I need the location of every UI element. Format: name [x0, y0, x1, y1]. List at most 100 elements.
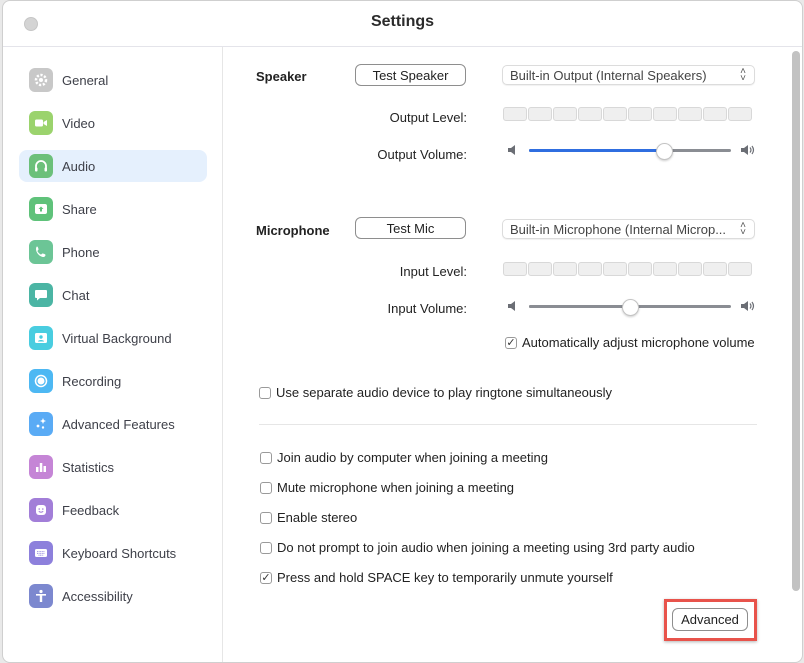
sidebar-item-phone[interactable]: Phone	[19, 236, 207, 268]
sidebar-item-label: Statistics	[62, 459, 115, 475]
level-segment	[553, 107, 577, 121]
slider-fill	[529, 149, 665, 152]
sidebar-item-label: Advanced Features	[62, 416, 175, 432]
input-level-meter	[503, 262, 752, 276]
checkbox-label: Use separate audio device to play ringto…	[276, 385, 613, 400]
settings-window: Settings General Video Audio Share Phone Chat…	[2, 0, 803, 663]
sidebar-item-statistics[interactable]: Statistics	[19, 451, 207, 483]
volume-low-icon	[508, 145, 515, 155]
sidebar-item-label: Video	[62, 115, 96, 131]
speaker-section-label: Speaker	[256, 69, 307, 84]
sidebar-item-chat[interactable]: Chat	[19, 279, 207, 311]
slider-thumb[interactable]	[656, 143, 674, 160]
level-segment	[678, 262, 702, 276]
title-bar: Settings	[3, 1, 802, 47]
checkbox-label: Mute microphone when joining a meeting	[277, 480, 515, 495]
microphone-section-label: Microphone	[256, 223, 330, 238]
headphones-icon	[29, 154, 53, 178]
sidebar-item-general[interactable]: General	[19, 64, 207, 96]
select-chevron-icon: ˄ ˅	[740, 220, 746, 238]
select-chevron-icon: ˄ ˅	[740, 66, 746, 84]
checkbox-box[interactable]	[260, 541, 272, 554]
chat-bubble-icon	[29, 283, 53, 307]
level-segment	[728, 262, 752, 276]
microphone-device-value: Built-in Microphone (Internal Microp...	[510, 221, 727, 237]
option-checkbox[interactable]: Mute microphone when joining a meeting	[260, 480, 514, 495]
level-segment	[653, 262, 677, 276]
sidebar-item-virtual-background[interactable]: Virtual Background	[19, 322, 207, 354]
test-speaker-button[interactable]: Test Speaker	[355, 64, 466, 86]
sidebar-item-accessibility[interactable]: Accessibility	[19, 580, 207, 612]
sidebar-item-share[interactable]: Share	[19, 193, 207, 225]
level-segment	[503, 262, 527, 276]
checkbox-label: Press and hold SPACE key to temporarily …	[277, 570, 613, 585]
sidebar: General Video Audio Share Phone Chat Virtual B…	[3, 47, 223, 662]
share-screen-icon	[29, 197, 53, 221]
section-divider	[259, 424, 757, 425]
sidebar-item-label: Virtual Background	[62, 330, 172, 346]
option-checkbox[interactable]: Join audio by computer when joining a me…	[260, 450, 548, 465]
output-level-label: Output Level:	[389, 110, 467, 125]
output-volume-slider[interactable]	[529, 141, 731, 161]
speaker-device-value: Built-in Output (Internal Speakers)	[510, 67, 707, 83]
input-level-label: Input Level:	[399, 264, 467, 279]
checkbox-box[interactable]	[260, 511, 272, 524]
test-mic-button[interactable]: Test Mic	[355, 217, 466, 239]
volume-high-icon	[741, 145, 755, 155]
separate-ringtone-checkbox[interactable]: Use separate audio device to play ringto…	[259, 385, 612, 400]
phone-icon	[29, 240, 53, 264]
checkbox-label: Do not prompt to join audio when joining…	[277, 540, 695, 555]
sidebar-item-label: Keyboard Shortcuts	[62, 545, 177, 561]
auto-adjust-mic-checkbox[interactable]: ✓ Automatically adjust microphone volume	[505, 335, 755, 350]
level-segment	[528, 262, 552, 276]
accessibility-icon	[29, 584, 53, 608]
keyboard-icon	[29, 541, 53, 565]
option-checkbox[interactable]: Enable stereo	[260, 510, 357, 525]
checkbox-box[interactable]	[260, 481, 272, 494]
sidebar-item-label: Recording	[62, 373, 122, 389]
sidebar-item-label: General	[62, 72, 109, 88]
sidebar-item-label: Accessibility	[62, 588, 133, 604]
microphone-device-select[interactable]: Built-in Microphone (Internal Microp... …	[502, 219, 755, 239]
level-segment	[528, 107, 552, 121]
level-segment	[603, 262, 627, 276]
input-volume-slider[interactable]	[529, 297, 731, 317]
level-segment	[653, 107, 677, 121]
level-segment	[728, 107, 752, 121]
video-camera-icon	[29, 111, 53, 135]
checkbox-box[interactable]	[260, 451, 272, 464]
person-portrait-icon	[29, 326, 53, 350]
checkbox-box[interactable]	[259, 386, 271, 399]
sidebar-item-feedback[interactable]: Feedback	[19, 494, 207, 526]
level-segment	[503, 107, 527, 121]
window-title: Settings	[370, 13, 435, 30]
scrollbar[interactable]	[792, 51, 800, 591]
input-volume-label: Input Volume:	[387, 301, 468, 316]
level-segment	[703, 107, 727, 121]
slider-thumb[interactable]	[622, 299, 639, 316]
option-checkbox[interactable]: ✓ Press and hold SPACE key to temporarily…	[260, 570, 613, 585]
smiley-icon	[29, 498, 53, 522]
sidebar-item-label: Phone	[62, 244, 100, 260]
volume-high-icon	[741, 301, 755, 311]
sidebar-item-audio[interactable]: Audio	[19, 150, 207, 182]
sidebar-item-video[interactable]: Video	[19, 107, 207, 139]
audio-settings-panel: Speaker Test Speaker Built-in Output (In…	[223, 47, 802, 662]
checkbox-label: Automatically adjust microphone volume	[522, 335, 755, 350]
level-segment	[578, 262, 602, 276]
level-segment	[703, 262, 727, 276]
volume-low-icon	[508, 301, 515, 311]
slider-fill	[529, 305, 630, 308]
speaker-device-select[interactable]: Built-in Output (Internal Speakers) ˄ ˅	[502, 65, 755, 85]
advanced-button[interactable]: Advanced	[672, 608, 748, 631]
checkbox-box[interactable]: ✓	[505, 336, 517, 349]
option-checkbox[interactable]: Do not prompt to join audio when joining…	[260, 540, 695, 555]
sidebar-item-label: Chat	[62, 287, 90, 303]
sidebar-item-recording[interactable]: Recording	[19, 365, 207, 397]
sidebar-item-label: Feedback	[62, 502, 120, 518]
sidebar-item-keyboard-shortcuts[interactable]: Keyboard Shortcuts	[19, 537, 207, 569]
sidebar-item-advanced-features[interactable]: Advanced Features	[19, 408, 207, 440]
gear-icon	[29, 68, 53, 92]
checkbox-box[interactable]: ✓	[260, 571, 272, 584]
level-segment	[578, 107, 602, 121]
